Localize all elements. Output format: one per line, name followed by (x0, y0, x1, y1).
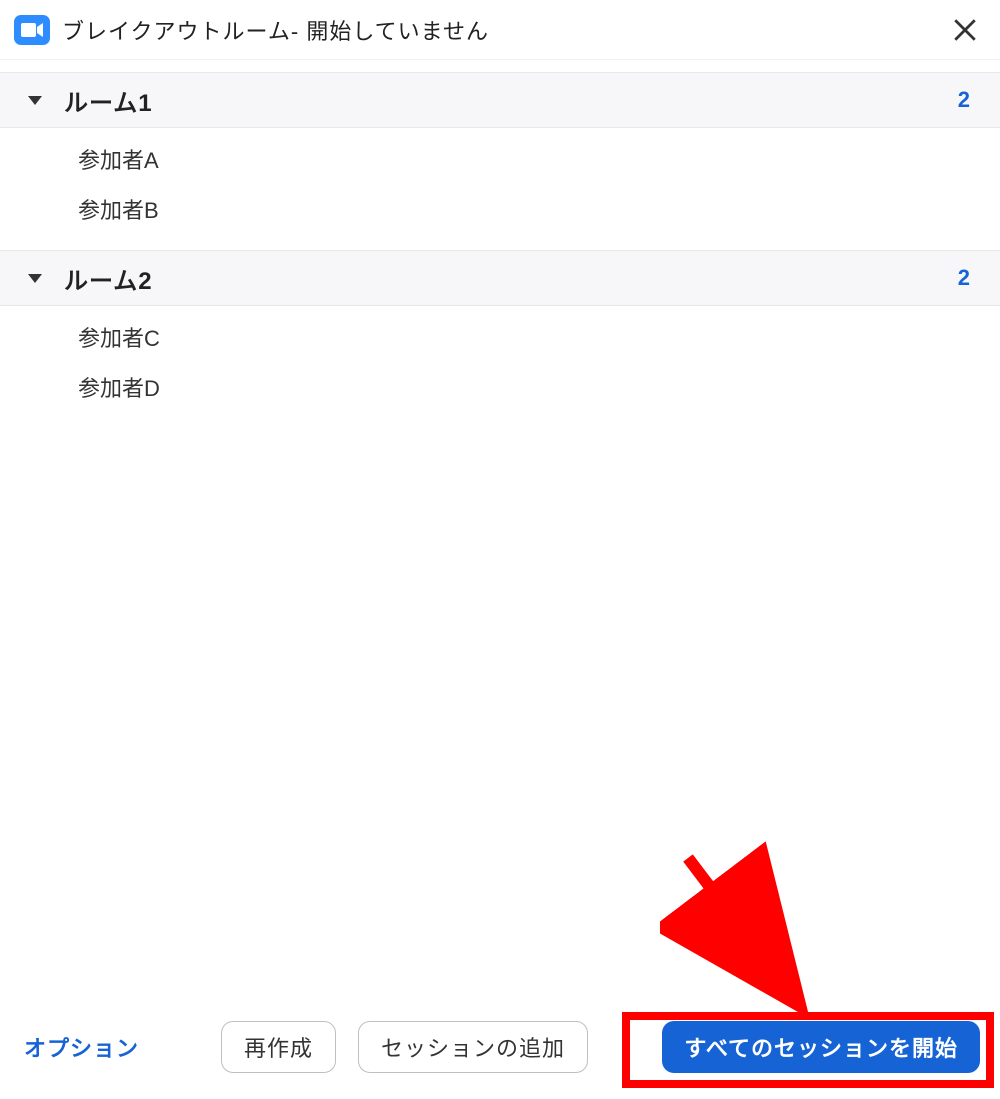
room-header-1[interactable]: ルーム1 2 (0, 72, 1000, 128)
room-count: 2 (958, 87, 970, 113)
chevron-down-icon (28, 96, 42, 105)
list-item[interactable]: 参加者C (78, 314, 1000, 364)
list-item[interactable]: 参加者A (78, 136, 1000, 186)
room-name: ルーム2 (64, 261, 153, 296)
recreate-button[interactable]: 再作成 (221, 1021, 336, 1073)
list-item[interactable]: 参加者D (78, 364, 1000, 414)
window-title: ブレイクアウトルーム- 開始していません (62, 14, 489, 46)
start-all-sessions-button[interactable]: すべてのセッションを開始 (662, 1021, 980, 1073)
options-link[interactable]: オプション (24, 1031, 139, 1063)
room-1-participants: 参加者A 参加者B (0, 128, 1000, 250)
add-session-button[interactable]: セッションの追加 (358, 1021, 588, 1073)
close-icon (952, 17, 978, 43)
chevron-down-icon (28, 274, 42, 283)
footer-toolbar: オプション 再作成 セッションの追加 すべてのセッションを開始 (0, 1007, 1000, 1087)
camera-icon (14, 15, 50, 45)
list-item[interactable]: 参加者B (78, 186, 1000, 236)
room-name: ルーム1 (64, 83, 153, 118)
room-header-2[interactable]: ルーム2 2 (0, 250, 1000, 306)
red-arrow-icon (660, 840, 840, 1020)
titlebar: ブレイクアウトルーム- 開始していません (0, 0, 1000, 60)
rooms-list: ルーム1 2 参加者A 参加者B ルーム2 2 参加者C 参加者D (0, 60, 1000, 428)
room-2-participants: 参加者C 参加者D (0, 306, 1000, 428)
close-button[interactable] (944, 9, 986, 51)
room-count: 2 (958, 265, 970, 291)
